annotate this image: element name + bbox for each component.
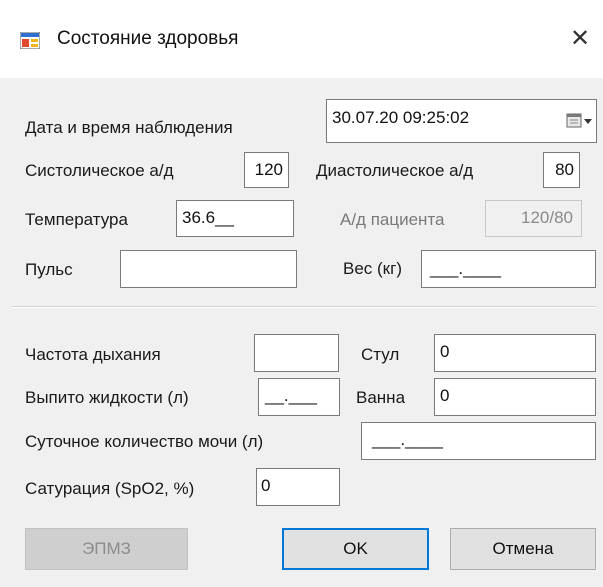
saturation-label: Сатурация (SpO2, %)	[25, 479, 195, 498]
urine-input[interactable]: ___.____	[361, 422, 596, 460]
urine-label: Суточное количество мочи (л)	[25, 432, 264, 451]
bath-label: Ванна	[356, 388, 406, 407]
stool-input[interactable]: 0	[434, 334, 596, 372]
fluid-input[interactable]: __.___	[258, 378, 340, 416]
saturation-input[interactable]: 0	[256, 468, 340, 506]
observation-datetime-picker[interactable]: 30.07.20 09:25:02	[326, 99, 597, 143]
diastolic-label: Диастолическое а/д	[316, 161, 474, 180]
observation-datetime-value: 30.07.20 09:25:02	[332, 108, 470, 127]
fluid-label: Выпито жидкости (л)	[25, 388, 189, 407]
section-divider	[13, 306, 596, 308]
pulse-label: Пульс	[25, 260, 73, 279]
temperature-input[interactable]: 36.6__	[176, 200, 294, 237]
diastolic-input[interactable]: 80	[543, 152, 580, 188]
close-icon[interactable]: ✕	[565, 24, 595, 54]
ok-button[interactable]: OK	[282, 528, 429, 570]
systolic-label: Систолическое а/д	[25, 161, 174, 180]
app-window-icon	[20, 32, 40, 49]
weight-label: Вес (кг)	[343, 259, 402, 278]
weight-input[interactable]: ___.____	[421, 250, 596, 288]
window-title: Состояние здоровья	[57, 28, 239, 49]
patient-bp-label: А/д пациента	[340, 210, 445, 229]
cancel-button[interactable]: Отмена	[450, 528, 596, 570]
systolic-input[interactable]: 120	[244, 152, 289, 188]
patient-bp-field: 120/80	[485, 200, 582, 237]
calendar-dropdown-icon[interactable]	[565, 111, 595, 131]
observation-datetime-label: Дата и время наблюдения	[25, 118, 233, 137]
temperature-label: Температура	[25, 210, 128, 229]
epmz-button[interactable]: ЭПМЗ	[25, 528, 188, 570]
respiration-label: Частота дыхания	[25, 345, 161, 364]
stool-label: Стул	[361, 345, 400, 364]
pulse-input[interactable]	[120, 250, 297, 288]
title-bar: Состояние здоровья ✕	[0, 0, 603, 78]
bath-input[interactable]: 0	[434, 378, 596, 416]
respiration-input[interactable]	[254, 334, 339, 372]
